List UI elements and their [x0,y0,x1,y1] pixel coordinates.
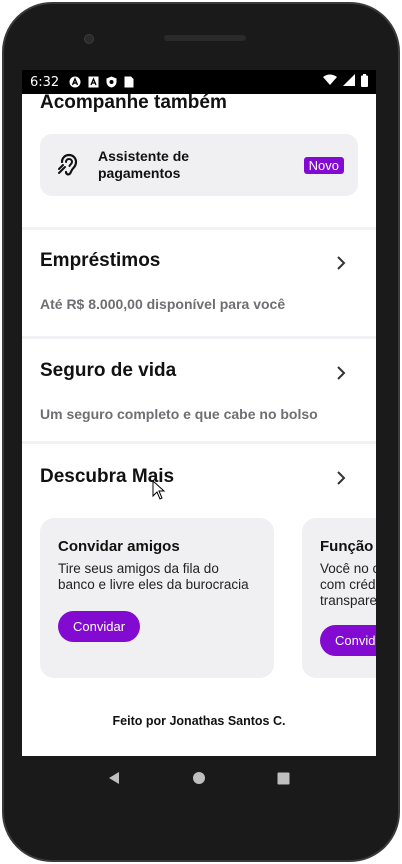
loans-title[interactable]: Empréstimos [40,250,160,272]
also-follow-title: Acompanhe também [40,94,227,113]
status-right-icons [323,73,368,91]
battery-icon [361,73,368,91]
life-insurance-subtitle: Um seguro completo e que cabe no bolso [40,406,318,422]
screen: 6:32 Acompanhe também Assistente de paga… [22,70,376,756]
card-description: Você no controle das compras com crédito… [320,561,376,608]
card-description: Tire seus amigos da fila do banco e livr… [58,561,249,592]
life-insurance-title[interactable]: Seguro de vida [40,360,176,382]
divider [22,227,376,230]
divider [22,441,376,444]
hearing-assist-icon [54,150,84,180]
credit-function-card[interactable]: Função crédito Você no controle das comp… [302,518,376,678]
divider [22,336,376,339]
camera-icon [84,34,94,44]
footer-credit: Feito por Jonathas Santos C. [112,714,286,728]
shield-icon [105,76,117,88]
a-box-icon [87,76,99,88]
discover-chevron-right-icon[interactable] [334,471,348,485]
loans-chevron-right-icon[interactable] [334,256,348,270]
android-nav-bar [22,756,376,800]
new-badge: Novo [303,156,344,174]
mouse-cursor-icon [152,480,166,500]
phone-frame: 6:32 Acompanhe também Assistente de paga… [0,0,402,864]
card-title: Convidar amigos [58,538,180,555]
signal-icon [343,74,355,90]
card-title: Função crédito [320,538,376,555]
a-circle-icon [69,76,81,88]
back-icon[interactable] [106,770,122,786]
payment-assistant-card[interactable]: Assistente de pagamentos Novo [40,134,358,196]
wifi-icon [323,74,337,90]
invite-friends-card[interactable]: Convidar amigos Tire seus amigos da fila… [40,518,274,678]
status-time: 6:32 [30,74,60,90]
sim-card-icon [123,76,135,88]
scroll-content[interactable]: Acompanhe também Assistente de pagamento… [22,94,376,756]
speaker-grille [164,35,246,41]
home-icon[interactable] [191,770,207,786]
invite-button[interactable]: Convidar [58,611,141,642]
payment-assistant-label: Assistente de pagamentos [98,148,190,181]
recents-icon[interactable] [276,770,292,786]
loans-subtitle: Até R$ 8.000,00 disponível para você [40,296,286,312]
life-insurance-chevron-right-icon[interactable] [334,366,348,380]
invite-button[interactable]: Convidar [320,625,376,656]
status-bar: 6:32 [22,70,376,94]
